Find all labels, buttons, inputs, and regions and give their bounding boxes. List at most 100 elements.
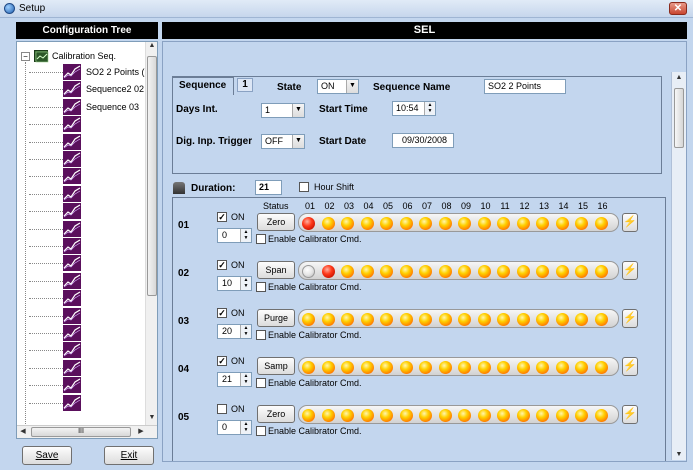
status-led[interactable]: [516, 361, 530, 374]
status-led[interactable]: [321, 409, 335, 422]
status-led[interactable]: [399, 313, 413, 326]
status-led[interactable]: [360, 265, 374, 278]
chevron-down-icon[interactable]: ▼: [292, 104, 304, 117]
chevron-down-icon[interactable]: ▼: [292, 135, 304, 148]
enable-calibrator-checkbox[interactable]: [256, 378, 266, 388]
step-on-checkbox[interactable]: ✓: [217, 260, 227, 270]
spinner-icon[interactable]: ▲ ▼: [240, 373, 251, 386]
scroll-thumb[interactable]: [147, 56, 157, 296]
step-duration-stepper[interactable]: 20 ▲ ▼: [217, 324, 252, 339]
status-led[interactable]: [536, 409, 549, 422]
enable-calibrator-checkbox[interactable]: [256, 282, 266, 292]
status-led[interactable]: [302, 217, 315, 230]
status-led[interactable]: [458, 361, 471, 374]
status-led[interactable]: [419, 313, 432, 326]
step-duration-stepper[interactable]: 0 ▲ ▼: [217, 420, 252, 435]
status-led[interactable]: [555, 265, 569, 278]
step-on-checkbox[interactable]: ✓: [217, 212, 227, 222]
lightning-bolt-icon[interactable]: ⚡: [622, 213, 638, 232]
lightning-bolt-icon[interactable]: ⚡: [622, 357, 638, 376]
lightning-bolt-icon[interactable]: ⚡: [622, 309, 638, 328]
status-led[interactable]: [438, 217, 452, 230]
status-led[interactable]: [458, 265, 471, 278]
status-led[interactable]: [477, 361, 491, 374]
status-led[interactable]: [594, 313, 608, 326]
status-led[interactable]: [575, 217, 588, 230]
status-led[interactable]: [419, 409, 432, 422]
status-led[interactable]: [516, 409, 530, 422]
status-led[interactable]: [497, 409, 510, 422]
scroll-thumb[interactable]: III: [31, 427, 131, 437]
enable-calibrator-checkbox[interactable]: [256, 330, 266, 340]
status-led[interactable]: [438, 361, 452, 374]
status-led[interactable]: [477, 265, 491, 278]
status-led[interactable]: [536, 361, 549, 374]
status-led[interactable]: [516, 313, 530, 326]
step-status-button[interactable]: Zero: [257, 213, 295, 231]
status-led[interactable]: [477, 409, 491, 422]
tree-horizontal-scrollbar[interactable]: ◀ III ▶: [17, 425, 157, 438]
status-led[interactable]: [302, 265, 315, 278]
status-led[interactable]: [594, 265, 608, 278]
status-led[interactable]: [536, 265, 549, 278]
status-led[interactable]: [399, 265, 413, 278]
spinner-icon[interactable]: ▲ ▼: [240, 421, 251, 434]
status-led[interactable]: [341, 361, 354, 374]
status-led[interactable]: [302, 313, 315, 326]
status-led[interactable]: [399, 409, 413, 422]
save-button[interactable]: Save: [22, 446, 72, 465]
status-led[interactable]: [497, 361, 510, 374]
close-button[interactable]: ✕: [669, 2, 687, 15]
status-led[interactable]: [380, 409, 393, 422]
step-on-checkbox[interactable]: ✓: [217, 356, 227, 366]
start-time-field[interactable]: 10:54 ▲ ▼: [392, 101, 436, 116]
exit-button[interactable]: Exit: [104, 446, 154, 465]
step-on-checkbox[interactable]: ✓: [217, 308, 227, 318]
status-led[interactable]: [302, 409, 315, 422]
status-led[interactable]: [321, 265, 335, 278]
step-on-checkbox[interactable]: [217, 404, 227, 414]
status-led[interactable]: [594, 409, 608, 422]
status-led[interactable]: [360, 409, 374, 422]
enable-calibrator-checkbox[interactable]: [256, 426, 266, 436]
status-led[interactable]: [477, 313, 491, 326]
status-led[interactable]: [536, 313, 549, 326]
status-led[interactable]: [575, 313, 588, 326]
status-led[interactable]: [399, 217, 413, 230]
days-int-select[interactable]: 1 ▼: [261, 103, 305, 118]
status-led[interactable]: [594, 217, 608, 230]
status-led[interactable]: [497, 313, 510, 326]
status-led[interactable]: [516, 265, 530, 278]
status-led[interactable]: [575, 265, 588, 278]
status-led[interactable]: [438, 409, 452, 422]
scroll-up-icon[interactable]: ▲: [146, 42, 157, 54]
status-led[interactable]: [438, 313, 452, 326]
status-led[interactable]: [458, 409, 471, 422]
status-led[interactable]: [341, 217, 354, 230]
status-led[interactable]: [321, 217, 335, 230]
panel-vertical-scrollbar[interactable]: ▲ ▼: [671, 72, 686, 460]
status-led[interactable]: [321, 313, 335, 326]
step-status-button[interactable]: Zero: [257, 405, 295, 423]
status-led[interactable]: [341, 313, 354, 326]
status-led[interactable]: [458, 217, 471, 230]
status-led[interactable]: [594, 361, 608, 374]
scroll-right-icon[interactable]: ▶: [135, 426, 147, 438]
status-led[interactable]: [497, 217, 510, 230]
status-led[interactable]: [302, 361, 315, 374]
sequence-name-field[interactable]: SO2 2 Points: [484, 79, 566, 94]
step-duration-stepper[interactable]: 0 ▲ ▼: [217, 228, 252, 243]
start-date-field[interactable]: 09/30/2008: [392, 133, 454, 148]
status-led[interactable]: [380, 265, 393, 278]
spinner-icon[interactable]: ▲ ▼: [240, 277, 251, 290]
status-led[interactable]: [575, 361, 588, 374]
status-led[interactable]: [321, 361, 335, 374]
status-led[interactable]: [516, 217, 530, 230]
dig-inp-trigger-select[interactable]: OFF ▼: [261, 134, 305, 149]
status-led[interactable]: [360, 361, 374, 374]
scroll-down-icon[interactable]: ▼: [672, 451, 686, 458]
status-led[interactable]: [555, 361, 569, 374]
scroll-up-icon[interactable]: ▲: [672, 74, 686, 81]
configuration-tree[interactable]: − Calibration Seq. SO2 2 Points (Sequenc…: [16, 41, 158, 439]
status-led[interactable]: [497, 265, 510, 278]
